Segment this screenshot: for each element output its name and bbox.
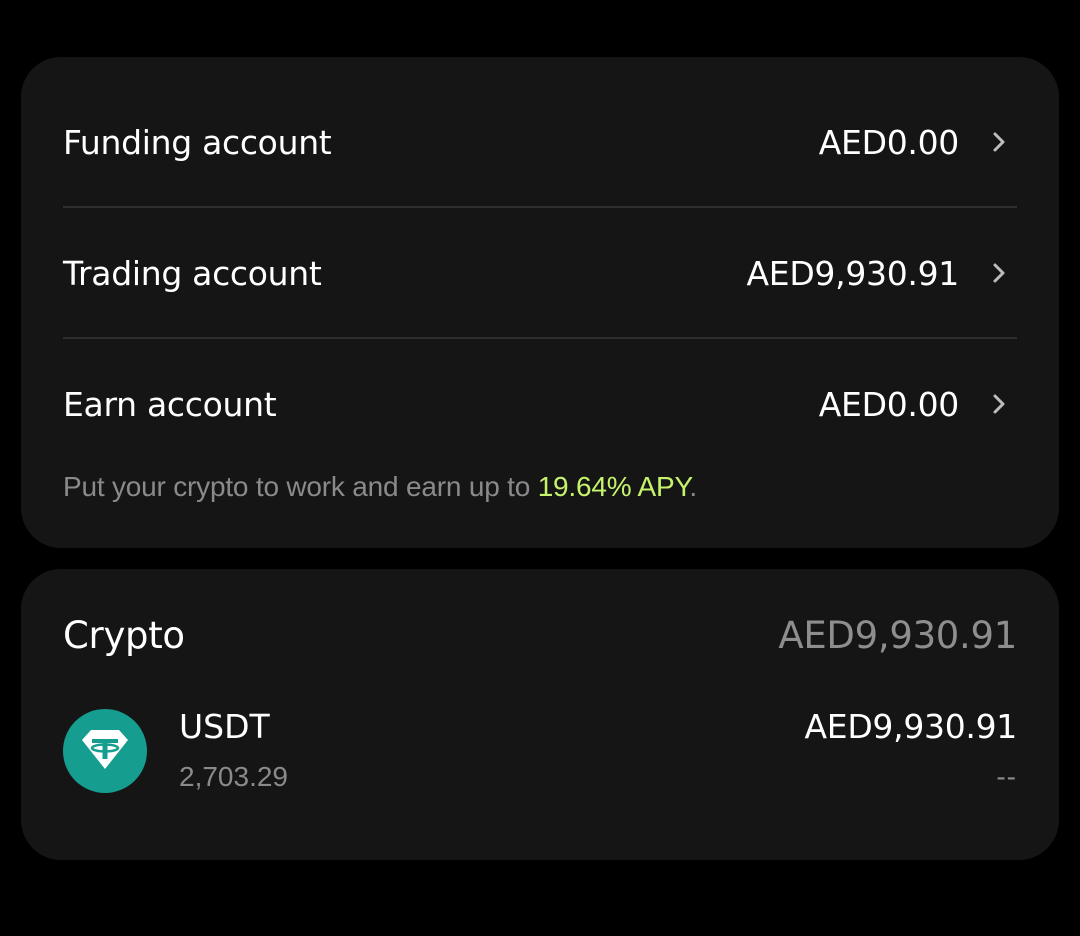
earn-promo-text: Put your crypto to work and earn up to 1… xyxy=(63,471,697,503)
crypto-section-title: Crypto xyxy=(63,614,185,657)
earn-promo-suffix: . xyxy=(689,471,697,502)
asset-row-usdt[interactable]: USDT 2,703.29 AED9,930.91 -- xyxy=(63,705,1017,805)
chevron-right-icon xyxy=(993,132,1005,152)
chevron-right-icon xyxy=(993,394,1005,414)
accounts-card: Funding account AED0.00 Trading account … xyxy=(21,57,1059,548)
funding-account-label: Funding account xyxy=(63,122,332,162)
chevron-right-icon xyxy=(993,263,1005,283)
funding-account-amount: AED0.00 xyxy=(818,122,960,162)
crypto-total-value: AED9,930.91 xyxy=(778,614,1017,657)
trading-account-row[interactable]: Trading account AED9,930.91 xyxy=(63,208,1017,338)
earn-account-amount: AED0.00 xyxy=(818,384,960,424)
asset-quantity: 2,703.29 xyxy=(179,761,288,792)
asset-value: AED9,930.91 xyxy=(804,707,1018,746)
earn-account-row[interactable]: Earn account AED0.00 xyxy=(63,339,1017,469)
asset-symbol: USDT xyxy=(179,707,270,746)
trading-account-label: Trading account xyxy=(63,253,322,293)
apy-highlight[interactable]: 19.64% APY xyxy=(538,471,690,502)
crypto-card: Crypto AED9,930.91 USDT 2,703.29 AED9,93… xyxy=(21,569,1059,860)
earn-account-label: Earn account xyxy=(63,384,277,424)
earn-promo-prefix: Put your crypto to work and earn up to xyxy=(63,471,538,502)
asset-change: -- xyxy=(996,761,1017,792)
trading-account-amount: AED9,930.91 xyxy=(746,253,960,293)
tether-icon xyxy=(63,709,147,793)
funding-account-row[interactable]: Funding account AED0.00 xyxy=(63,77,1017,207)
